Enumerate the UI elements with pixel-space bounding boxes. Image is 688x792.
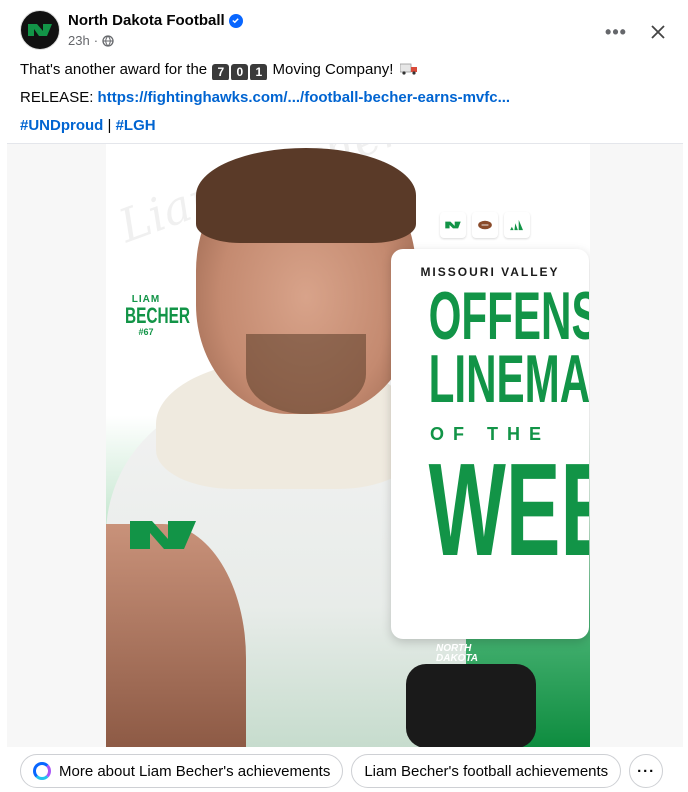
chip-2-label: Liam Becher's football achievements (364, 762, 609, 780)
player-glove (406, 664, 536, 747)
more-options-button[interactable]: ••• (600, 16, 632, 48)
close-icon (651, 25, 665, 39)
und-logo-icon (440, 212, 466, 238)
player-hair (196, 148, 416, 243)
verified-badge-icon (228, 13, 243, 28)
brand-line-2: DAKOTA (436, 653, 479, 664)
post-meta: 23h · (68, 33, 114, 48)
page-avatar[interactable] (20, 10, 60, 50)
adidas-logo-icon (504, 212, 530, 238)
award-card: MISSOURI VALLEY OFFENSIVE LINEMAN OF THE… (391, 249, 589, 639)
globe-icon (102, 34, 114, 47)
post-line-1-suffix: Moving Company! (272, 61, 394, 78)
meta-separator: · (93, 33, 99, 48)
suggestion-chip-more-about[interactable]: More about Liam Becher's achievements (20, 754, 344, 788)
post-text: That's another award for the 701 Moving … (20, 60, 670, 144)
post-line-2: RELEASE: https://fightinghawks.com/.../f… (20, 88, 670, 108)
suggestion-chip-football-achievements[interactable]: Liam Becher's football achievements (351, 754, 622, 788)
award-word-week: WEEK (428, 436, 589, 584)
more-dots-icon: ••• (605, 21, 627, 42)
release-link[interactable]: https://fightinghawks.com/.../football-b… (98, 89, 511, 106)
award-word-lineman: LINEMAN (428, 340, 589, 417)
player-number: #67 (138, 327, 154, 337)
meta-ai-suggestions: More about Liam Becher's achievements Li… (20, 754, 670, 788)
conference-label: MISSOURI VALLEY (420, 265, 560, 279)
hashtag-separator: | (107, 117, 112, 134)
mvfc-football-logo-icon (472, 212, 498, 238)
more-horizontal-icon: ··· (637, 762, 656, 780)
suggestions-more-button[interactable]: ··· (629, 754, 664, 788)
post-timestamp[interactable]: 23h (68, 33, 90, 48)
chip-1-label: More about Liam Becher's achievements (59, 762, 331, 780)
player-beard (246, 334, 366, 414)
fighting-hawks-logo-icon (28, 24, 52, 36)
page-name[interactable]: North Dakota Football (68, 12, 243, 29)
post-line-1: That's another award for the 701 Moving … (20, 60, 670, 80)
close-button[interactable] (640, 14, 676, 50)
sleeve-hawk-logo-icon (130, 521, 196, 549)
page-name-text[interactable]: North Dakota Football (68, 12, 225, 29)
north-dakota-wordmark: NORTH DAKOTA (436, 644, 478, 664)
release-label: RELEASE: (20, 89, 94, 106)
hashtag-undproud[interactable]: #UNDproud (20, 117, 103, 134)
post-header: North Dakota Football 23h · ••• (20, 10, 680, 54)
moving-truck-icon (399, 63, 417, 75)
post-line-3: #UNDproud | #LGH (20, 116, 670, 136)
award-word-offensive: OFFENSIVE (428, 278, 589, 354)
player-last-name: BECHER (125, 303, 191, 328)
award-graphic[interactable]: Liam Becher LIAM BECHER #67 (106, 144, 590, 747)
keycap-1: 1 (250, 64, 268, 80)
post-image[interactable]: Liam Becher LIAM BECHER #67 (7, 143, 683, 747)
keycap-0: 0 (231, 64, 249, 80)
player-name-tag: LIAM BECHER #67 (116, 294, 191, 337)
meta-ai-ring-icon (33, 762, 51, 780)
sponsor-logos (440, 210, 540, 240)
post-line-1-prefix: That's another award for the (20, 61, 208, 78)
hashtag-lgh[interactable]: #LGH (116, 117, 156, 134)
keycap-7: 7 (212, 64, 230, 80)
facebook-post: North Dakota Football 23h · ••• That's a… (7, 0, 683, 792)
